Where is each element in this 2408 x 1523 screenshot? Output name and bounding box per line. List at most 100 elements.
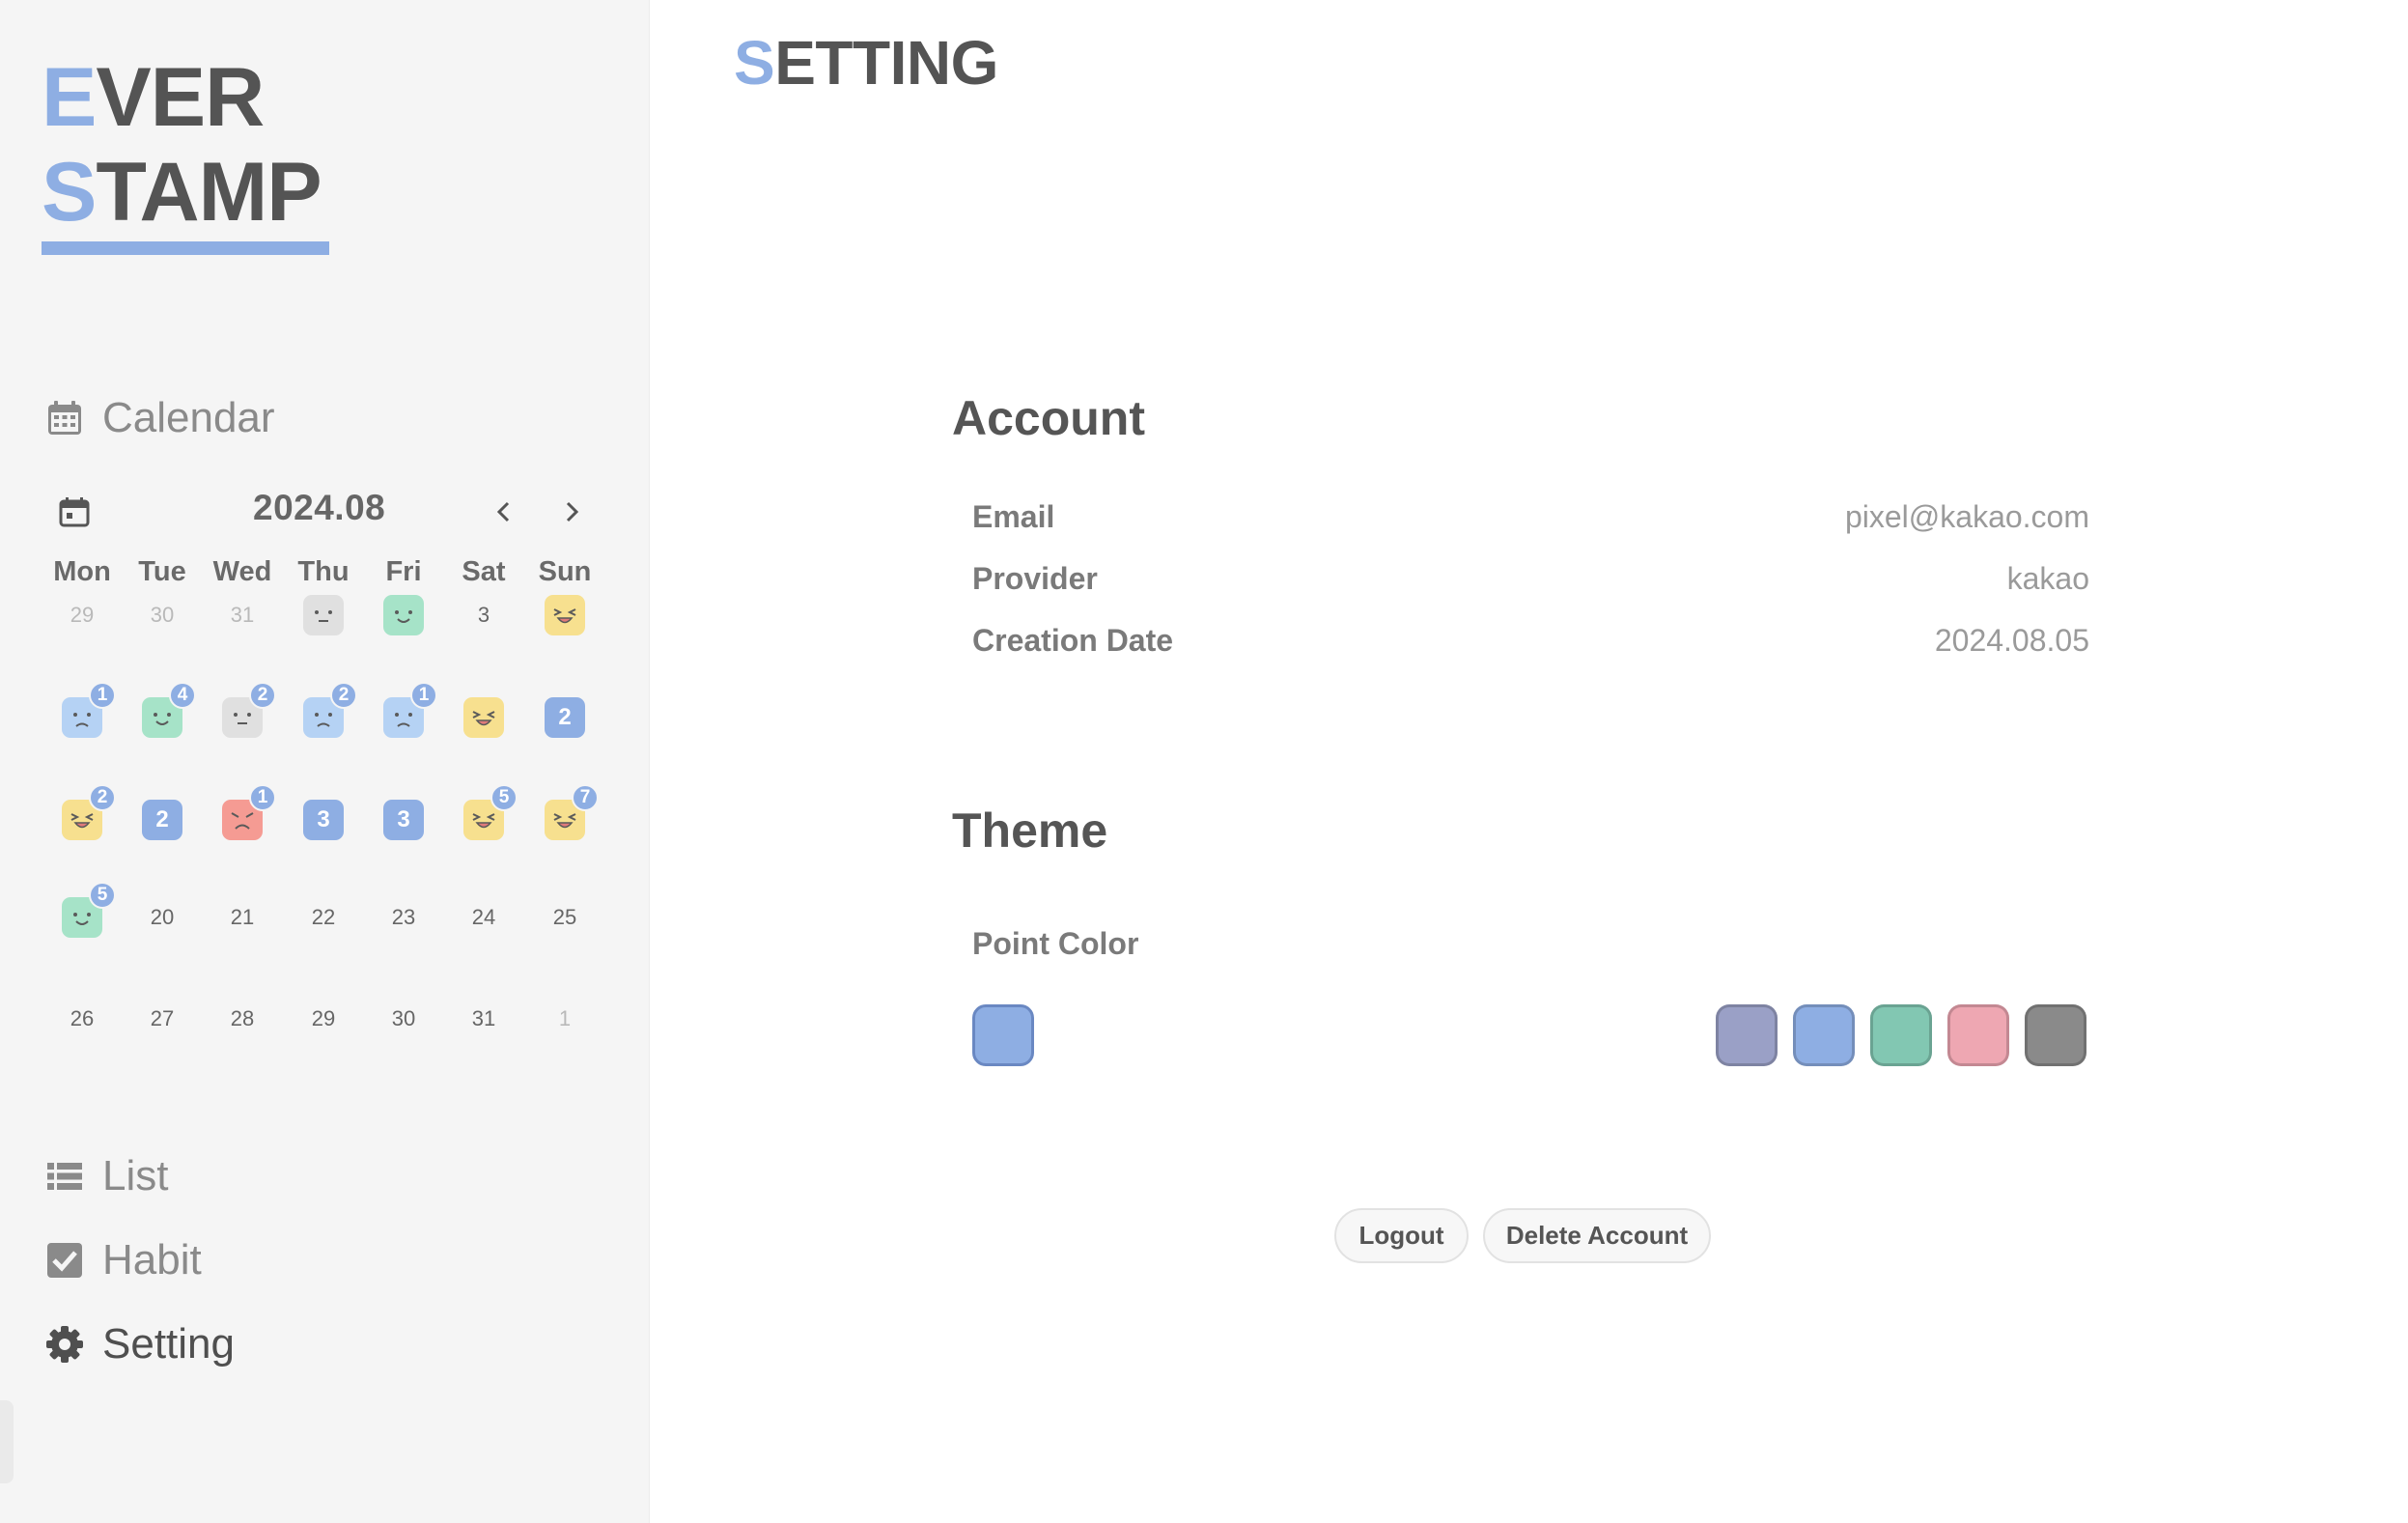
calendar-day[interactable]: 21 [202,877,283,958]
calendar-day[interactable]: 24 [443,877,524,958]
color-option-blue[interactable] [1793,1004,1855,1066]
nav-item-list[interactable]: List [44,1152,168,1200]
stamp-count-badge: 4 [169,682,196,709]
calendar-day[interactable] [524,575,605,656]
stamp-count-badge: 2 [330,682,357,709]
calendar-day[interactable]: 1 [42,677,123,758]
stamp-count-badge: 7 [572,784,599,811]
day-number: 31 [230,603,255,627]
provider-value: kakao [2006,561,2089,596]
calendar-day[interactable]: 3 [283,779,364,860]
neutral-face-icon [303,595,344,635]
sad-face-icon: 1 [383,682,437,738]
day-number: 28 [230,1006,255,1030]
calendar-day[interactable]: 5 [42,877,123,958]
calendar-day[interactable]: 7 [524,779,605,860]
selected-point-color [972,1004,1034,1066]
calendar-day[interactable]: 1 [524,978,605,1059]
day-number: 30 [391,1006,416,1030]
point-color-label: Point Color [972,926,1139,961]
color-option-pink[interactable] [1947,1004,2009,1066]
logo-underline [42,241,329,255]
color-option-gray[interactable] [2025,1004,2086,1066]
day-number: 27 [150,1006,175,1030]
logout-button[interactable]: Logout [1334,1208,1469,1263]
gear-icon [44,1324,85,1365]
stamp-count: 3 [383,800,424,840]
calendar-day[interactable]: 20 [122,877,203,958]
stamp-count: 2 [142,800,182,840]
calendar-day[interactable]: 29 [283,978,364,1059]
stamp-count-badge: 1 [249,784,276,811]
laugh-face-icon: 7 [545,784,599,840]
nav-item-habit[interactable]: Habit [44,1236,202,1284]
calendar-day[interactable]: 2 [283,677,364,758]
stamp-count: 2 [545,697,585,738]
laugh-face-icon [463,697,504,738]
day-number: 21 [230,905,255,929]
color-option-slate[interactable] [1716,1004,1778,1066]
provider-label: Provider [972,561,1098,596]
calendar-day[interactable]: 2 [122,779,203,860]
calendar-day[interactable]: 26 [42,978,123,1059]
stamp-count: 3 [303,800,344,840]
checkbox-icon [44,1240,85,1281]
calendar-day[interactable]: 3 [363,779,444,860]
angry-face-icon: 1 [222,784,276,840]
calendar-day[interactable]: 31 [443,978,524,1059]
stamp-count-badge: 2 [249,682,276,709]
calendar-small-icon[interactable] [58,495,91,528]
sidebar-edge-handle[interactable] [0,1400,14,1483]
creation-date-label: Creation Date [972,623,1174,658]
calendar-day[interactable] [283,575,364,656]
nav-label-list: List [102,1152,169,1199]
email-value: pixel@kakao.com [1844,499,2089,534]
day-number: 29 [311,1006,336,1030]
calendar-day[interactable]: 1 [202,779,283,860]
delete-account-button[interactable]: Delete Account [1483,1208,1711,1263]
calendar-day[interactable]: 3 [443,575,524,656]
calendar-next-button[interactable] [552,493,591,531]
happy-face-icon: 5 [62,882,116,938]
day-number: 26 [70,1006,95,1030]
calendar-day[interactable]: 25 [524,877,605,958]
day-number: 23 [391,905,416,929]
calendar-prev-button[interactable] [485,493,523,531]
day-number: 22 [311,905,336,929]
chevron-left-icon [496,501,510,522]
neutral-face-icon: 2 [222,682,276,738]
calendar-day[interactable]: 1 [363,677,444,758]
calendar-day[interactable]: 2 [524,677,605,758]
calendar-day[interactable] [443,677,524,758]
app-logo[interactable]: EVER STAMP [42,50,322,240]
calendar-day[interactable]: 2 [202,677,283,758]
color-option-green[interactable] [1870,1004,1932,1066]
laugh-face-icon [545,595,585,635]
theme-section-title: Theme [952,804,1108,858]
laugh-face-icon: 5 [463,784,518,840]
happy-face-icon: 4 [142,682,196,738]
calendar-day[interactable]: 23 [363,877,444,958]
page-title: SETTING [734,28,998,98]
day-number: 20 [150,905,175,929]
sad-face-icon: 2 [303,682,357,738]
calendar-day[interactable] [363,575,444,656]
calendar-day[interactable]: 5 [443,779,524,860]
calendar-day[interactable]: 31 [202,575,283,656]
day-number: 31 [471,1006,496,1030]
calendar-day[interactable]: 2 [42,779,123,860]
stamp-count-badge: 2 [89,784,116,811]
nav-label-habit: Habit [102,1236,202,1283]
nav-item-calendar[interactable]: Calendar [44,394,275,442]
calendar-day[interactable]: 30 [122,575,203,656]
calendar-day[interactable]: 27 [122,978,203,1059]
nav-item-setting[interactable]: Setting [44,1320,235,1368]
calendar-day[interactable]: 28 [202,978,283,1059]
calendar-day[interactable]: 29 [42,575,123,656]
nav-label-calendar: Calendar [102,394,275,441]
calendar-day[interactable]: 22 [283,877,364,958]
nav-label-setting: Setting [102,1320,235,1368]
calendar-day[interactable]: 30 [363,978,444,1059]
calendar-day[interactable]: 4 [122,677,203,758]
sidebar: EVER STAMP Calendar 2024.08 Mon Tue Wed Thu… [0,0,650,1523]
